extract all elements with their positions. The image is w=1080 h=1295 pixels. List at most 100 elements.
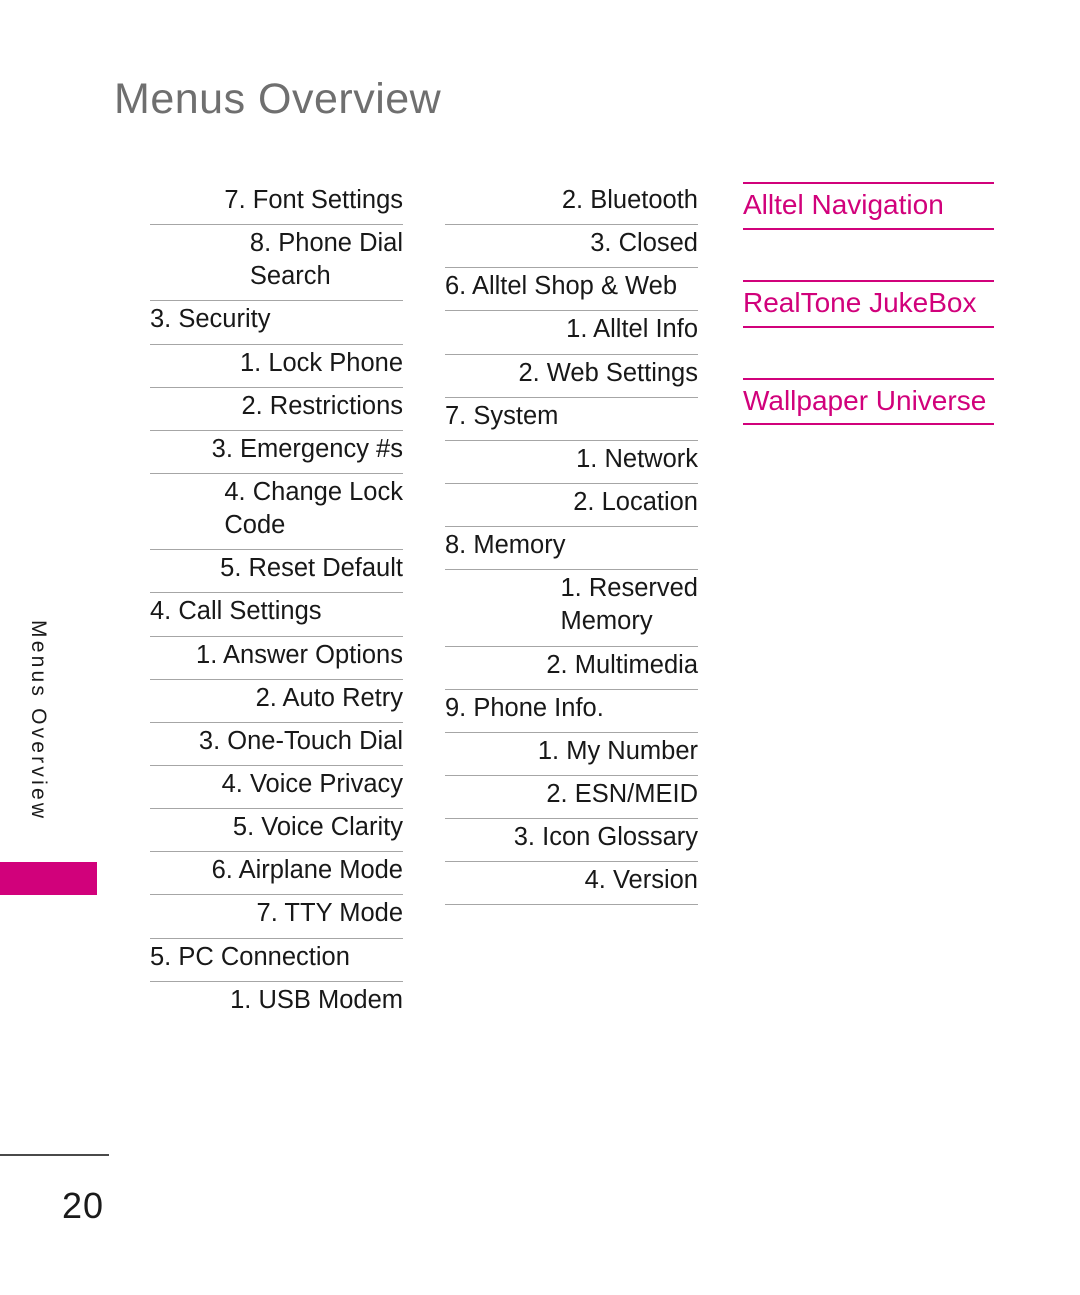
menu-item[interactable]: 3. Closed bbox=[445, 225, 698, 269]
menu-item-content: 7. System bbox=[445, 402, 558, 430]
feature-item-label: Wallpaper Universe bbox=[743, 384, 987, 416]
menu-item[interactable]: 3. One-Touch Dial bbox=[150, 723, 403, 766]
menu-item[interactable]: 7. System bbox=[445, 398, 698, 441]
menu-item-number: 2. bbox=[546, 779, 575, 808]
menu-item-number: 1. bbox=[196, 640, 223, 669]
menu-item-content: 8. Memory bbox=[445, 531, 565, 559]
menu-item[interactable]: 4. Version bbox=[445, 862, 698, 906]
menu-item-label: Web Settings bbox=[546, 358, 698, 387]
menu-column-1: 7. Font Settings 8. Phone Dial Search 3. S… bbox=[150, 182, 403, 1024]
menu-item-label: Voice Clarity bbox=[261, 813, 403, 842]
menu-item-label: ESN/MEID bbox=[574, 779, 698, 808]
menu-item[interactable]: 3. Security bbox=[150, 301, 403, 345]
menu-item-number: 3. bbox=[150, 305, 179, 334]
menu-item-content: 1. Reserved Memory bbox=[561, 572, 699, 638]
menu-item-content: 6. Airplane Mode bbox=[212, 854, 403, 887]
section-tab-label: Menus Overview bbox=[27, 620, 50, 822]
menu-item-content: 1. Lock Phone bbox=[240, 347, 403, 380]
menu-item-number: 1. bbox=[566, 315, 594, 344]
menu-item[interactable]: 8. Memory bbox=[445, 527, 698, 571]
menu-item-label: Reset Default bbox=[248, 554, 404, 583]
feature-item[interactable]: Wallpaper Universe bbox=[743, 377, 994, 426]
menu-item-content: 4. Version bbox=[585, 864, 698, 897]
menu-item[interactable]: 2. ESN/MEID bbox=[445, 776, 698, 820]
menu-item-content: 9. Phone Info. bbox=[445, 694, 604, 722]
menu-item-content: 1. Network bbox=[576, 443, 698, 476]
menu-item-number: 2. bbox=[255, 683, 283, 712]
menu-item-number: 6. bbox=[211, 856, 239, 885]
menu-item[interactable]: 5. Reset Default bbox=[150, 550, 404, 594]
menu-item-label: Location bbox=[601, 487, 698, 516]
menu-item[interactable]: 7. Font Settings bbox=[150, 182, 403, 226]
menu-item-label: One-Touch Dial bbox=[227, 726, 403, 755]
menu-item-content: 1. Answer Options bbox=[196, 639, 403, 672]
menu-item-label: Security bbox=[178, 305, 271, 334]
menu-item[interactable]: 4. Call Settings bbox=[150, 593, 403, 637]
menu-item-number: 5. bbox=[232, 813, 262, 842]
menu-item-number: 1. bbox=[560, 574, 589, 603]
menu-item[interactable]: 1. My Number bbox=[445, 733, 698, 776]
menu-item-number: 7. bbox=[224, 186, 253, 214]
menu-item-label: Airplane Mode bbox=[238, 856, 403, 885]
menu-item[interactable]: 4. Voice Privacy bbox=[150, 766, 403, 810]
menu-item-number: 2. bbox=[573, 487, 602, 516]
menu-item-number: 3. bbox=[513, 823, 543, 852]
menu-column-2: 2. Bluetooth 3. Closed 6. Alltel Shop & We… bbox=[445, 182, 699, 906]
menu-item-number: 7. bbox=[256, 899, 285, 928]
menu-item[interactable]: 4. Change Lock Code bbox=[150, 474, 403, 551]
feature-item[interactable]: RealTone JukeBox bbox=[743, 279, 994, 328]
menu-item-number: 7. bbox=[445, 401, 474, 430]
menu-item[interactable]: 5. PC Connection bbox=[150, 939, 403, 982]
menu-item-label: Bluetooth bbox=[590, 186, 698, 214]
menu-item[interactable]: 2. Restrictions bbox=[150, 388, 403, 431]
menu-item-content: 2. ESN/MEID bbox=[546, 778, 698, 811]
menu-item[interactable]: 8. Phone Dial Search bbox=[150, 225, 403, 302]
menu-item[interactable]: 6. Alltel Shop & Web bbox=[445, 268, 698, 312]
menu-item[interactable]: 3. Icon Glossary bbox=[445, 819, 698, 863]
menu-item[interactable]: 2. Bluetooth bbox=[445, 182, 698, 226]
menu-item-content: 2. Auto Retry bbox=[256, 682, 403, 715]
menu-item-label: Voice Privacy bbox=[249, 769, 403, 798]
menu-item-content: 3. Closed bbox=[590, 227, 698, 260]
menu-item-content: 3. Icon Glossary bbox=[514, 821, 698, 854]
menu-item-label: Restrictions bbox=[269, 391, 403, 420]
menu-item-number: 4. bbox=[224, 477, 253, 506]
menu-item-label: Icon Glossary bbox=[542, 823, 698, 852]
menu-item-number: 1. bbox=[576, 444, 605, 473]
menu-item-label: TTY Mode bbox=[284, 899, 403, 928]
menu-item[interactable]: 9. Phone Info. bbox=[445, 690, 698, 733]
menu-item-content: 2. Web Settings bbox=[518, 357, 698, 390]
menu-item[interactable]: 3. Emergency #s bbox=[150, 431, 403, 474]
menu-item-content: 8. Phone Dial Search bbox=[250, 227, 403, 293]
feature-item[interactable]: Alltel Navigation bbox=[743, 182, 994, 230]
menu-item[interactable]: 1. Alltel Info bbox=[445, 311, 698, 355]
menu-item-content: 2. Location bbox=[573, 486, 698, 519]
menu-item-number: 3. bbox=[198, 726, 228, 755]
menu-item-content: 3. Security bbox=[150, 305, 270, 333]
menu-item[interactable]: 2. Location bbox=[445, 484, 698, 528]
menu-item-content: 6. Alltel Shop & Web bbox=[445, 272, 677, 300]
menu-item-content: 2. Bluetooth bbox=[562, 184, 698, 217]
menu-item-number: 5. bbox=[220, 554, 249, 583]
menu-item[interactable]: 6. Airplane Mode bbox=[150, 852, 403, 896]
menu-item[interactable]: 2. Multimedia bbox=[445, 647, 698, 690]
menu-item[interactable]: 1. Reserved Memory bbox=[445, 570, 699, 647]
menu-item-number: 2. bbox=[546, 650, 575, 679]
menu-item[interactable]: 1. Lock Phone bbox=[150, 345, 403, 388]
page-number: 20 bbox=[62, 1185, 105, 1226]
menu-item[interactable]: 1. Network bbox=[445, 441, 698, 484]
menu-item-label: Phone Info. bbox=[473, 693, 604, 722]
menu-item-label: Font Settings bbox=[252, 186, 403, 214]
menu-item[interactable]: 2. Auto Retry bbox=[150, 680, 403, 723]
menu-item-content: 1. Alltel Info bbox=[566, 313, 698, 346]
menu-item[interactable]: 1. Answer Options bbox=[150, 637, 403, 680]
section-tab-accent-bar bbox=[0, 862, 97, 895]
menu-item-content: 2. Restrictions bbox=[241, 390, 403, 423]
page-title: Menus Overview bbox=[114, 75, 442, 123]
menu-item[interactable]: 1. USB Modem bbox=[150, 982, 403, 1024]
menu-item[interactable]: 2. Web Settings bbox=[445, 355, 698, 398]
menu-item[interactable]: 7. TTY Mode bbox=[150, 895, 403, 939]
menu-item-number: 2. bbox=[241, 391, 270, 420]
menu-item-content: 1. My Number bbox=[538, 735, 698, 768]
menu-item[interactable]: 5. Voice Clarity bbox=[150, 809, 403, 853]
